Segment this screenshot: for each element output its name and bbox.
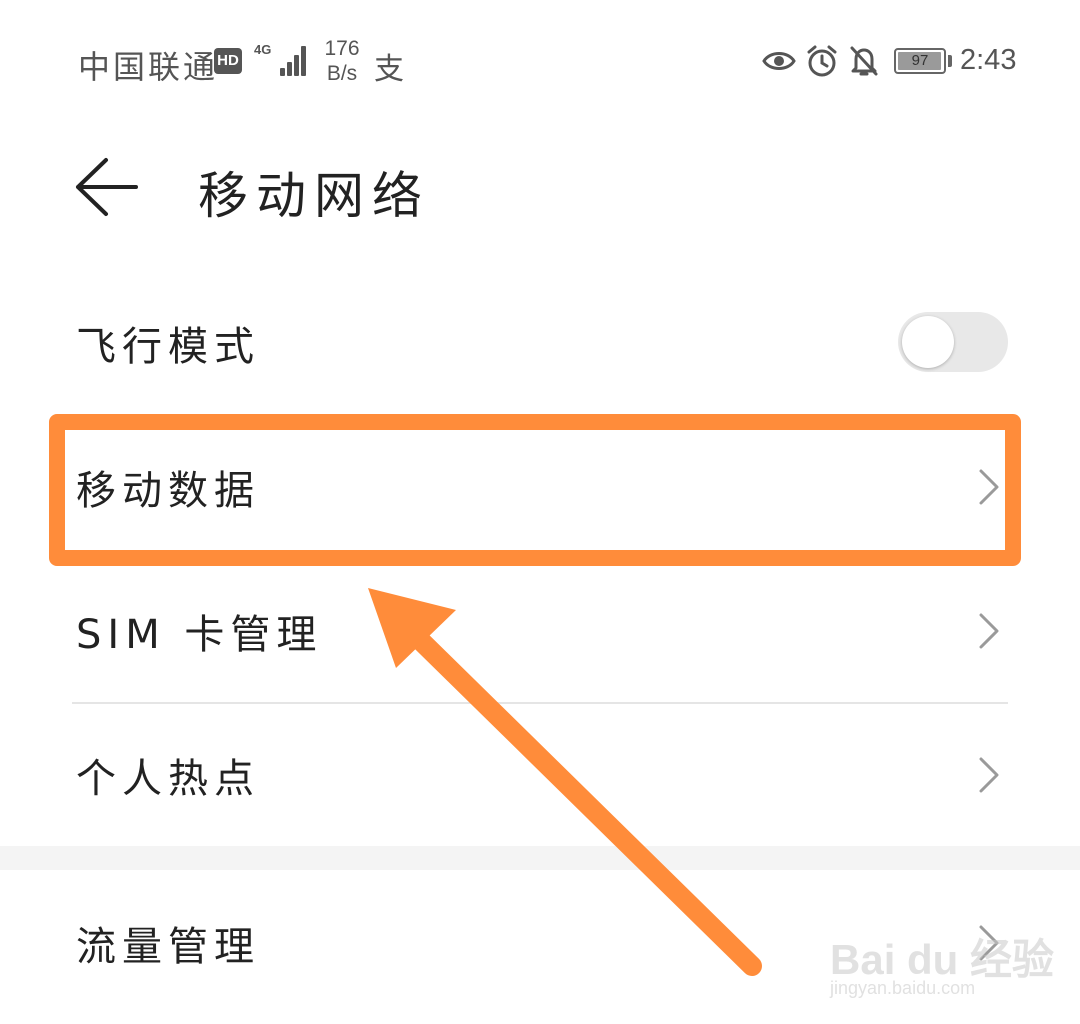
status-bar: 中国联通 HD 4G 176 B/s 支 97 2:43 bbox=[0, 0, 1080, 120]
network-speed-unit: B/s bbox=[326, 62, 358, 85]
chevron-right-icon bbox=[979, 469, 999, 505]
personal-hotspot-label: 个人热点 bbox=[76, 756, 260, 802]
chevron-right-icon bbox=[979, 613, 999, 649]
battery-level: 97 bbox=[911, 52, 929, 69]
baidu-jingyan-watermark: Bai du 经验 jingyan.baidu.com bbox=[830, 906, 1054, 1006]
personal-hotspot-row[interactable]: 个人热点 bbox=[0, 710, 1080, 840]
battery-icon: 97 bbox=[894, 48, 946, 74]
mobile-network-settings-screen: 中国联通 HD 4G 176 B/s 支 97 2:43 移动网络 飞行模式 移… bbox=[0, 0, 1080, 1024]
network-type: 4G bbox=[254, 42, 272, 57]
battery-tip bbox=[948, 55, 952, 67]
mobile-data-label: 移动数据 bbox=[76, 468, 260, 514]
network-speed: 176 B/s bbox=[320, 36, 364, 86]
airplane-mode-toggle[interactable] bbox=[898, 312, 1008, 372]
page-title: 移动网络 bbox=[198, 167, 430, 225]
arrow-left-icon[interactable] bbox=[74, 156, 140, 218]
toggle-knob bbox=[902, 316, 954, 368]
hd-badge: HD bbox=[214, 48, 242, 74]
mobile-data-row[interactable]: 移动数据 bbox=[0, 422, 1080, 552]
airplane-mode-label: 飞行模式 bbox=[76, 324, 260, 370]
signal-strength-icon bbox=[270, 44, 306, 76]
alipay-icon: 支 bbox=[374, 52, 404, 87]
bell-off-icon bbox=[850, 46, 878, 76]
alarm-icon bbox=[807, 45, 837, 77]
watermark-url: jingyan.baidu.com bbox=[830, 978, 976, 998]
chevron-right-icon bbox=[979, 757, 999, 793]
network-speed-value: 176 bbox=[324, 37, 360, 60]
sim-management-label: SIM 卡管理 bbox=[76, 612, 323, 658]
status-time: 2:43 bbox=[960, 44, 1017, 76]
data-usage-label: 流量管理 bbox=[76, 924, 260, 970]
divider bbox=[72, 702, 1008, 704]
section-separator bbox=[0, 846, 1080, 870]
eye-icon bbox=[762, 52, 796, 70]
sim-management-row[interactable]: SIM 卡管理 bbox=[0, 566, 1080, 696]
carrier-name: 中国联通 bbox=[78, 48, 219, 86]
